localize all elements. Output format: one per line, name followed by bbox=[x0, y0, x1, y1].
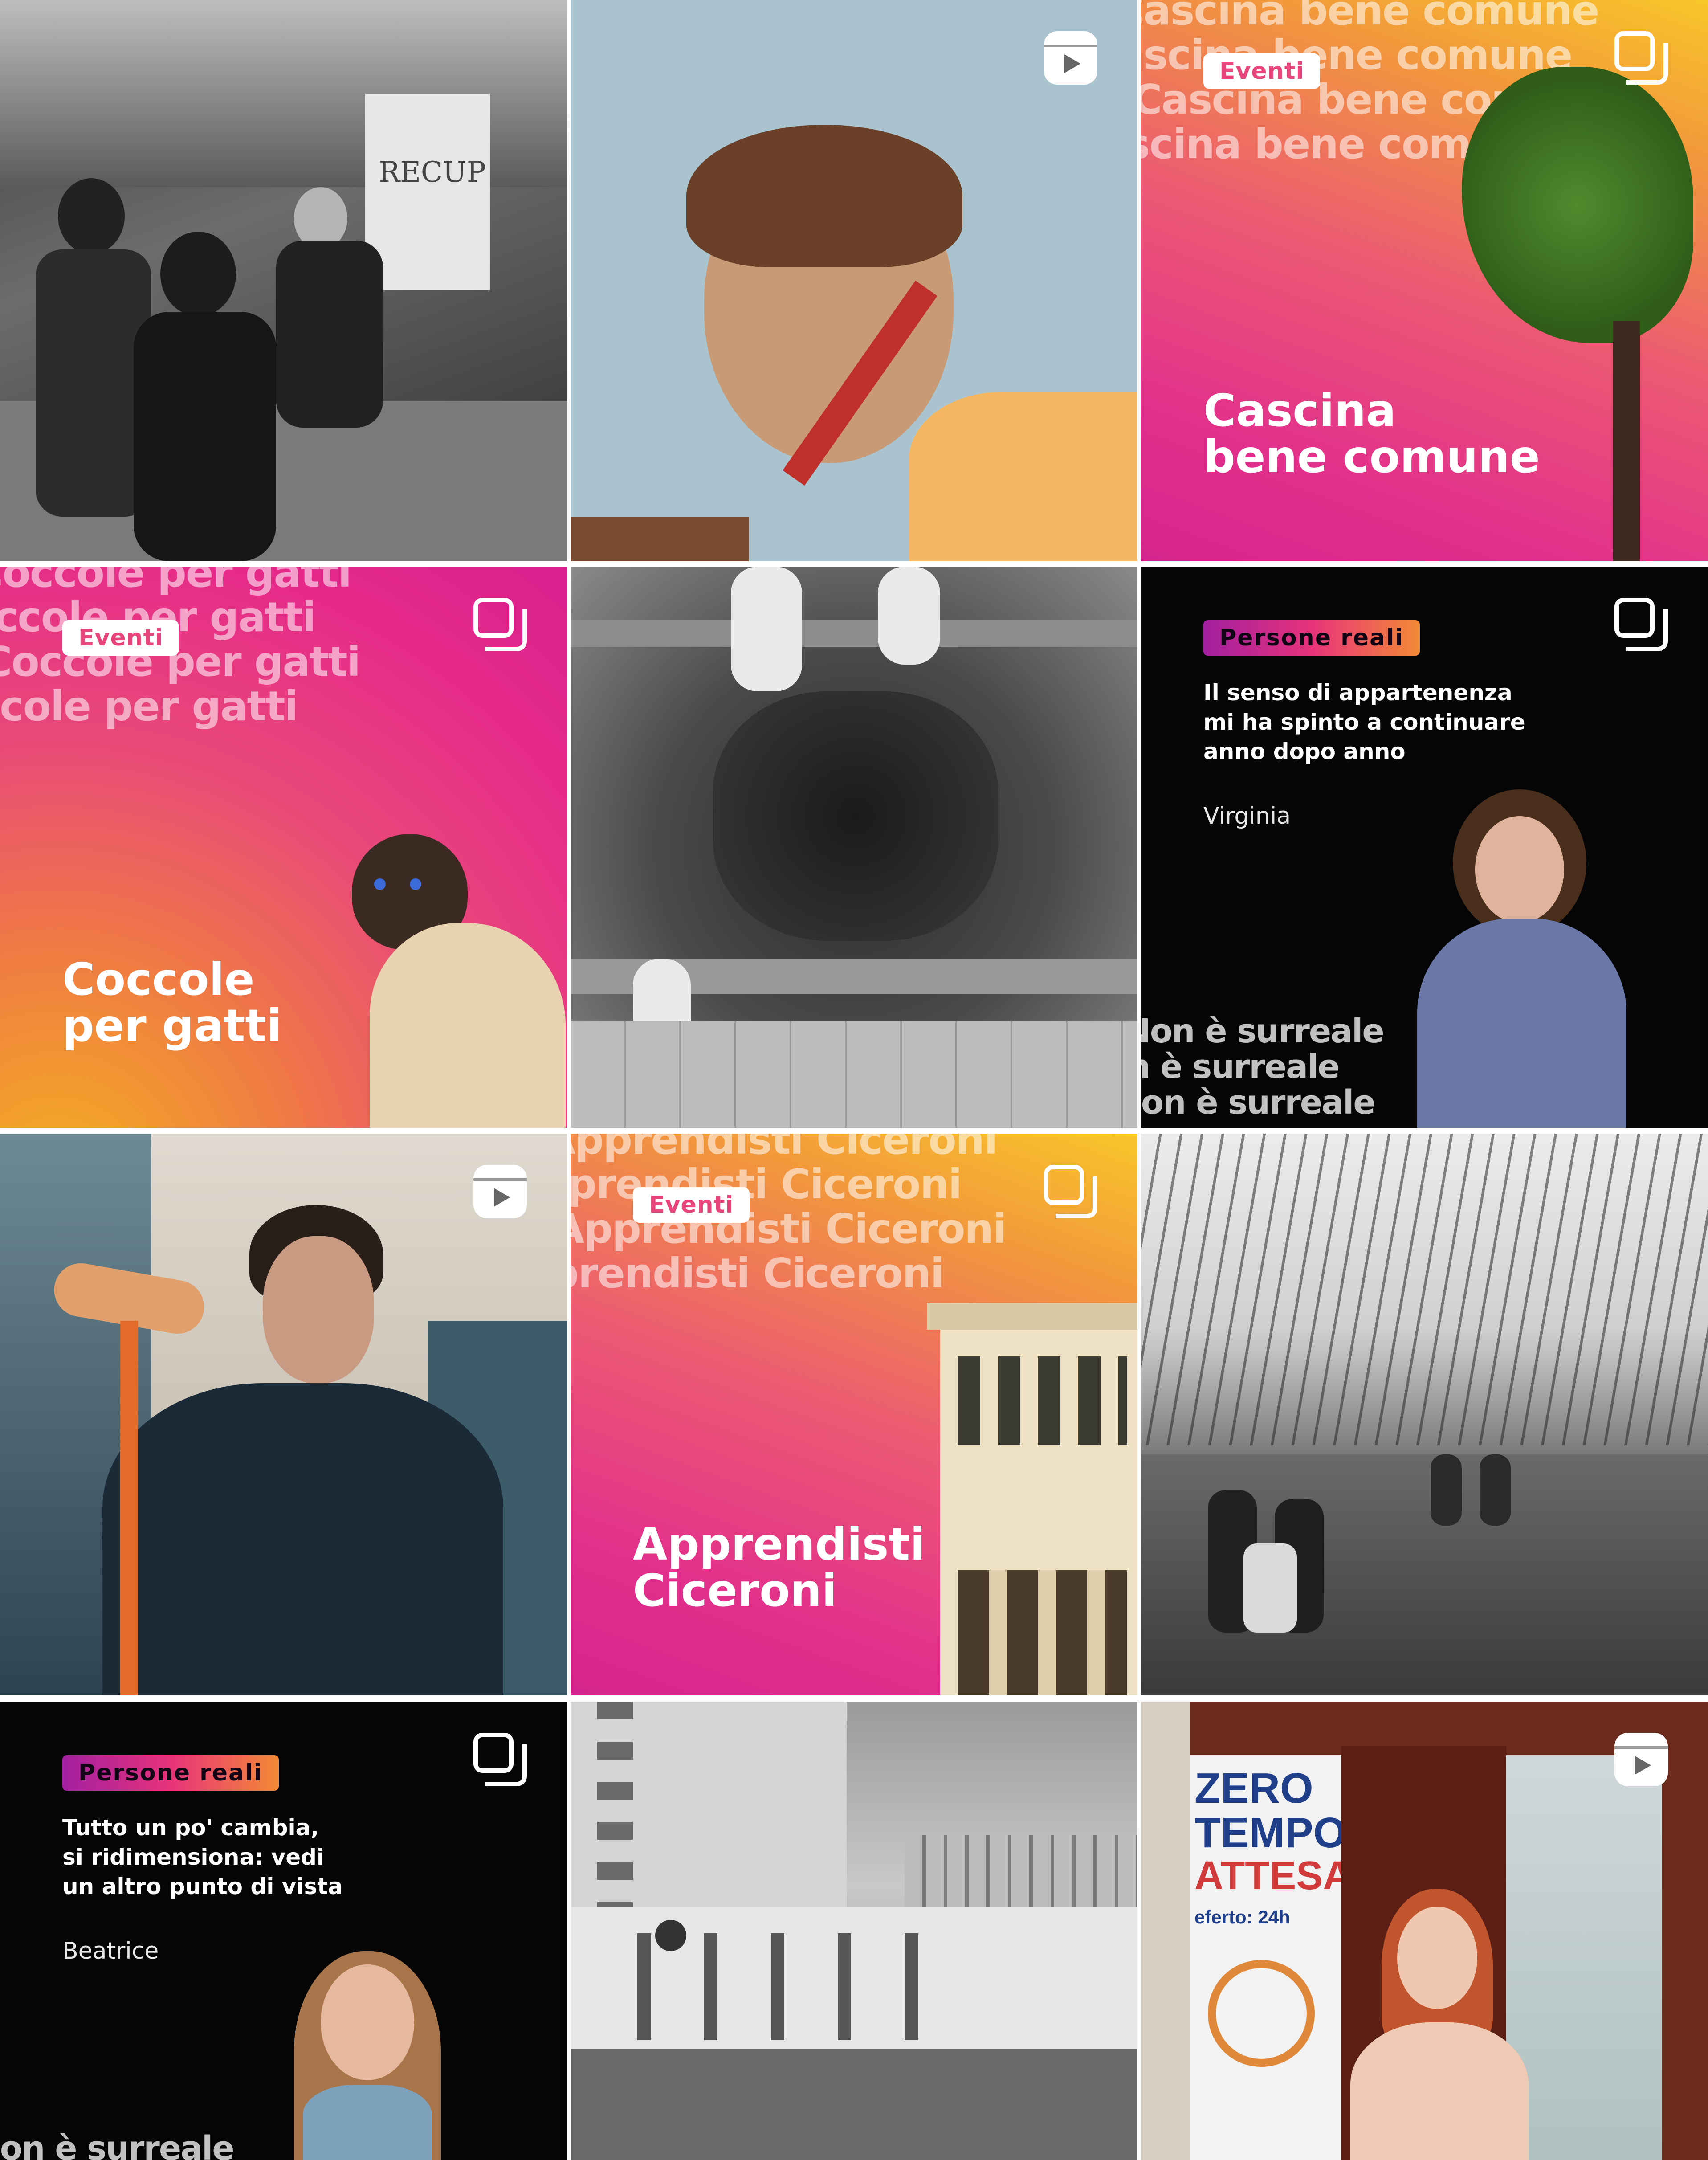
carousel-icon bbox=[1044, 1165, 1097, 1218]
profile-post-grid: RECUP Cascina bene comune Cascina bene c… bbox=[0, 0, 1708, 2160]
post-tile-cascina-bene-comune[interactable]: Cascina bene comune Cascina bene comune … bbox=[1141, 0, 1708, 561]
wave-text: Apprendisti Ciceroni bbox=[571, 1134, 998, 1164]
wave-text: Coccole per gatti bbox=[0, 567, 352, 596]
shop-window bbox=[1506, 1755, 1662, 2160]
wave-text: Apprendisti Ciceroni bbox=[571, 1160, 962, 1208]
banner-sign-text: RECUP bbox=[379, 156, 486, 189]
post-tile-young-man-tool[interactable] bbox=[571, 0, 1137, 561]
cat-eye bbox=[374, 878, 386, 890]
wave-text: Coccole per gatti bbox=[0, 638, 361, 686]
volunteer-figure bbox=[294, 187, 347, 249]
post-tile-coccole-per-gatti[interactable]: Coccole per gatti Coccole per gatti Cocc… bbox=[0, 567, 567, 1128]
bare-trees bbox=[1141, 1134, 1708, 1445]
poster-line: TEMPO bbox=[1194, 1809, 1347, 1857]
wave-text: Coccole per gatti bbox=[0, 682, 298, 730]
compost-pile bbox=[713, 691, 998, 941]
reel-icon bbox=[1044, 31, 1097, 85]
knit-sweater bbox=[1350, 2022, 1529, 2160]
face bbox=[1475, 816, 1564, 923]
post-tile-quote-beatrice[interactable]: Persone reali Tutto un po' cambia, si ri… bbox=[0, 1702, 567, 2160]
pharmacy-poster: ZERO TEMPO ATTESA eferto: 24h bbox=[1190, 1755, 1352, 2160]
volunteer-figure bbox=[160, 232, 236, 316]
balconies bbox=[597, 1702, 633, 1933]
post-tile-building-corner[interactable] bbox=[571, 1702, 1137, 2160]
rooftop bbox=[571, 517, 749, 561]
quote-text: Il senso di appartenenza mi ha spinto a … bbox=[1203, 680, 1525, 764]
category-badge: Persone reali bbox=[1203, 620, 1420, 656]
post-tile-pharmacy-woman[interactable]: ZERO TEMPO ATTESA eferto: 24h bbox=[1141, 1702, 1708, 2160]
trash-bag bbox=[1243, 1543, 1297, 1633]
child-figure bbox=[1431, 1454, 1462, 1526]
child-figure bbox=[1480, 1454, 1511, 1526]
tree-foliage bbox=[1462, 67, 1693, 343]
post-title: Apprendisti Ciceroni bbox=[633, 1518, 925, 1617]
category-badge: Eventi bbox=[1203, 53, 1321, 89]
wall-edge bbox=[1141, 1702, 1190, 2160]
wave-text: Non è surreale bbox=[0, 2129, 235, 2160]
wave-text: Cascina bene comune bbox=[1141, 0, 1599, 34]
post-tile-paint-roller[interactable] bbox=[0, 1134, 567, 1695]
wooden-plank bbox=[571, 620, 1137, 647]
post-tile-apprendisti-ciceroni[interactable]: Apprendisti Ciceroni Apprendisti Ciceron… bbox=[571, 1134, 1137, 1695]
category-badge: Persone reali bbox=[62, 1755, 279, 1791]
wave-text: Non è surreale bbox=[1141, 1083, 1376, 1122]
brick-wall bbox=[571, 1021, 1137, 1128]
quote-author: Virginia bbox=[1203, 803, 1291, 829]
road-sign bbox=[655, 1920, 686, 1951]
post-tile-park-cleanup[interactable] bbox=[1141, 1134, 1708, 1695]
post-title: Coccole per gatti bbox=[62, 953, 282, 1052]
cat-body bbox=[370, 923, 566, 1128]
building-arches bbox=[958, 1570, 1127, 1695]
category-badge: Eventi bbox=[62, 620, 179, 656]
tree-trunk bbox=[1613, 321, 1640, 561]
poster-line: ZERO bbox=[1194, 1764, 1313, 1812]
poster-small-text: eferto: 24h bbox=[1194, 1907, 1290, 1927]
building-cornice bbox=[927, 1303, 1137, 1330]
post-tile-volunteers[interactable]: RECUP bbox=[0, 0, 567, 561]
banner-sign: RECUP bbox=[365, 94, 490, 290]
reel-icon bbox=[473, 1165, 527, 1218]
post-title: Cascina bene comune bbox=[1203, 384, 1540, 483]
building-windows bbox=[958, 1356, 1127, 1445]
quote-text: Tutto un po' cambia, si ridimensiona: ve… bbox=[62, 1815, 343, 1899]
volunteer-figure bbox=[58, 178, 125, 254]
blue-sweater bbox=[1417, 919, 1626, 1128]
face bbox=[263, 1236, 374, 1383]
category-badge: Eventi bbox=[633, 1187, 750, 1223]
carousel-icon bbox=[473, 1733, 527, 1786]
carousel-icon bbox=[1614, 31, 1668, 85]
carousel-icon bbox=[473, 598, 527, 651]
quote-author: Beatrice bbox=[62, 1938, 159, 1964]
volunteer-figure bbox=[276, 241, 383, 428]
wave-text: Non è surreale bbox=[1141, 1012, 1385, 1050]
hair bbox=[686, 125, 962, 267]
reel-icon bbox=[1614, 1733, 1668, 1786]
gloved-hand bbox=[878, 567, 940, 665]
roller-pole bbox=[120, 1321, 138, 1695]
carousel-icon bbox=[1614, 598, 1668, 651]
wave-text: Non è surreale bbox=[1141, 1048, 1340, 1086]
face bbox=[321, 1964, 414, 2080]
post-tile-compost-hands[interactable] bbox=[571, 567, 1137, 1128]
poster-line: ATTESA bbox=[1194, 1854, 1352, 1898]
post-tile-quote-virginia[interactable]: Persone reali Il senso di appartenenza m… bbox=[1141, 567, 1708, 1128]
orange-shirt bbox=[909, 392, 1137, 561]
denim-shirt bbox=[303, 2085, 432, 2160]
face bbox=[1397, 1907, 1477, 2009]
gloved-hand bbox=[731, 567, 802, 691]
heart-logo-icon bbox=[1208, 1960, 1315, 2067]
dark-jacket bbox=[102, 1383, 503, 1695]
street bbox=[571, 2049, 1137, 2160]
cat-eye bbox=[410, 878, 421, 890]
wave-text: Apprendisti Ciceroni bbox=[571, 1249, 944, 1297]
volunteer-figure bbox=[134, 312, 276, 561]
mural-triangles bbox=[637, 1933, 949, 2040]
